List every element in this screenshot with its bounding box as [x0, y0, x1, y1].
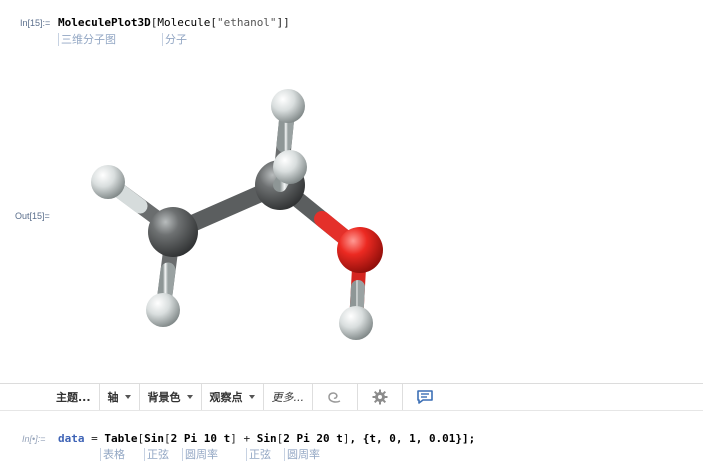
- more-button[interactable]: 更多...: [264, 384, 314, 410]
- swirl-button[interactable]: [313, 384, 359, 410]
- input-code-2[interactable]: data = Table[Sin[2 Pi 10 t] + Sin[2 Pi 2…: [58, 432, 475, 445]
- input-label-2: In[•]:=: [22, 434, 46, 444]
- code-args: , {t, 0, 1, 0.01}];: [349, 432, 476, 445]
- toolbar-bottom-divider: [0, 410, 703, 411]
- more-label: 更多...: [271, 391, 305, 404]
- code-operator: +: [236, 432, 257, 445]
- code-function: Sin: [144, 432, 164, 445]
- chevron-down-icon: [248, 395, 255, 399]
- code-bracket: ]]: [276, 16, 290, 29]
- hint-item[interactable]: 正弦: [246, 448, 271, 461]
- hydrogen-atom: [146, 293, 180, 327]
- hydrogen-atom: [273, 150, 307, 184]
- chevron-down-icon: [124, 395, 131, 399]
- chevron-down-icon: [186, 395, 193, 399]
- theme-button[interactable]: 主题...: [48, 384, 100, 410]
- input-hints: 三维分子图 分子: [58, 33, 258, 47]
- suggestions-toolbar: 主题... 轴 背景色 观察点 更多...: [48, 384, 447, 410]
- code-function: Molecule: [157, 16, 211, 29]
- background-dropdown[interactable]: 背景色: [140, 384, 202, 410]
- hydrogen-atom: [271, 89, 305, 123]
- background-label: 背景色: [147, 391, 181, 404]
- hint-item[interactable]: 表格: [100, 448, 125, 461]
- hint-item[interactable]: 正弦: [144, 448, 169, 461]
- molecule-graphic[interactable]: [60, 70, 480, 370]
- chat-icon: [417, 390, 433, 404]
- hint-item[interactable]: 圆周率: [182, 448, 218, 461]
- code-args: 2 Pi 10 t: [170, 432, 231, 445]
- viewpoint-label: 观察点: [209, 391, 243, 404]
- input-hints-2: 表格 正弦 圆周率 正弦 圆周率: [100, 448, 340, 462]
- code-variable: data: [58, 432, 85, 445]
- code-bracket: [: [164, 432, 171, 445]
- code-function: Table: [104, 432, 138, 445]
- code-bracket: [: [210, 16, 217, 29]
- code-function: MoleculePlot3D: [58, 16, 151, 29]
- hydrogen-atom: [91, 165, 125, 199]
- code-operator: =: [84, 432, 105, 445]
- code-args: 2 Pi 20 t: [283, 432, 343, 445]
- axes-dropdown[interactable]: 轴: [100, 384, 140, 410]
- code-function: Sin: [256, 432, 277, 445]
- oxygen-atom: [337, 227, 383, 273]
- carbon-atom: [148, 207, 198, 257]
- input-code[interactable]: MoleculePlot3D[Molecule["ethanol"]]: [58, 16, 290, 29]
- viewpoint-dropdown[interactable]: 观察点: [202, 384, 264, 410]
- code-bracket: ]: [230, 432, 237, 445]
- swirl-icon: [328, 392, 341, 403]
- settings-button[interactable]: [358, 384, 404, 410]
- hint-item[interactable]: 圆周率: [284, 448, 320, 461]
- gear-icon: [372, 389, 388, 405]
- axes-label: 轴: [107, 391, 119, 404]
- hint-item[interactable]: 分子: [162, 33, 187, 46]
- feedback-button[interactable]: [403, 384, 447, 410]
- hydrogen-atom: [339, 306, 373, 340]
- input-label: In[15]:=: [20, 18, 51, 28]
- output-label: Out[15]=: [15, 211, 50, 221]
- hint-item[interactable]: 三维分子图: [58, 33, 116, 46]
- code-string: "ethanol": [216, 16, 277, 29]
- theme-label: 主题...: [56, 391, 91, 404]
- molecule-plot-3d[interactable]: [60, 70, 480, 370]
